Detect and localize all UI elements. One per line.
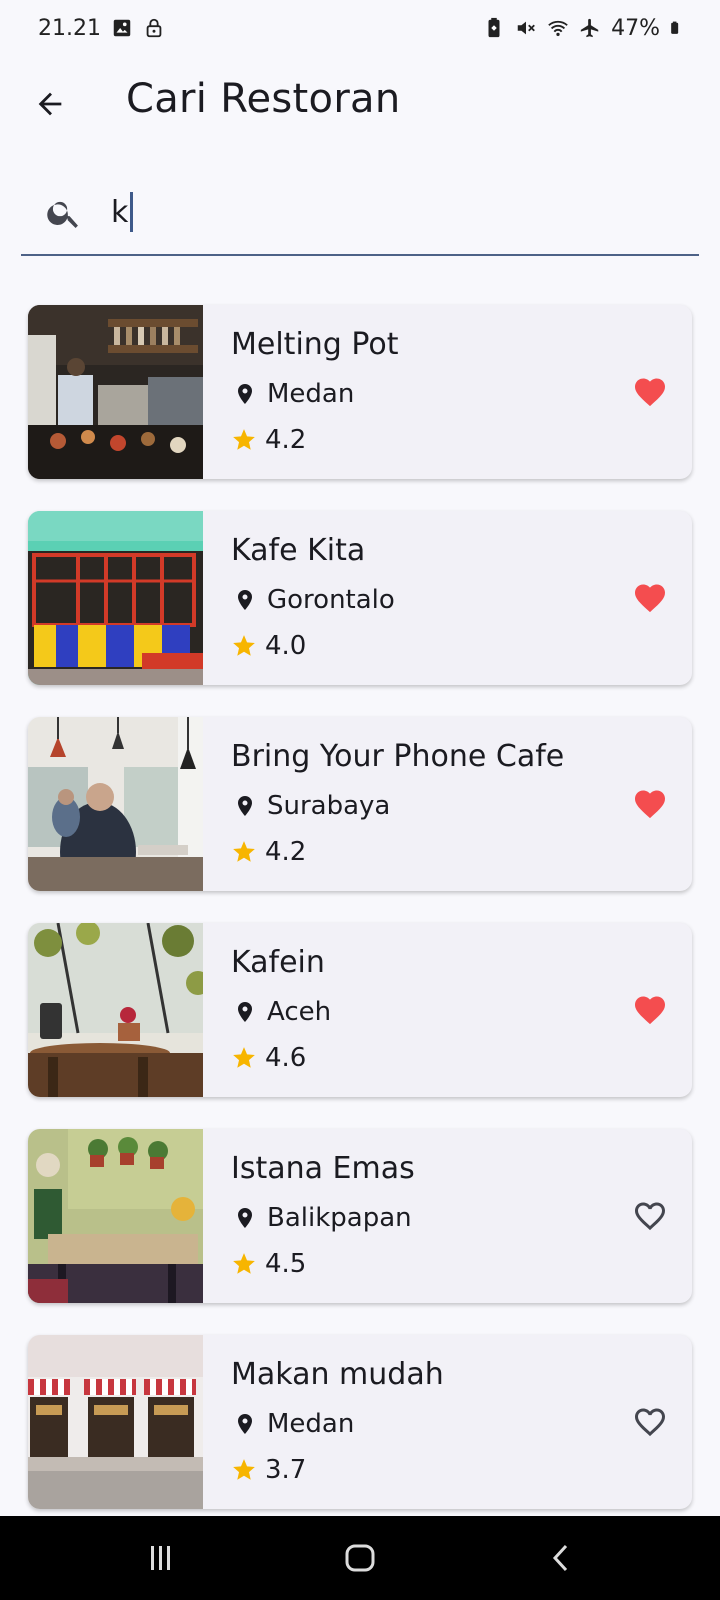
restaurant-image xyxy=(28,1335,203,1509)
restaurant-rating: 4.2 xyxy=(231,837,306,867)
favorite-button[interactable] xyxy=(630,784,670,824)
restaurant-rating: 3.7 xyxy=(231,1455,306,1485)
status-right: 47% xyxy=(483,16,684,41)
search-input[interactable]: k xyxy=(111,188,671,236)
restaurant-rating: 4.6 xyxy=(231,1043,306,1073)
restaurant-city: Surabaya xyxy=(231,791,390,821)
restaurant-card[interactable]: Makan mudah Medan 3.7 xyxy=(28,1335,692,1509)
location-pin-icon xyxy=(238,590,252,610)
search-icon xyxy=(47,201,78,229)
heart-outline-icon xyxy=(635,1408,665,1437)
restaurant-city: Medan xyxy=(231,1409,354,1439)
heart-filled-icon xyxy=(635,584,665,613)
restaurant-city-label: Surabaya xyxy=(267,791,391,821)
restaurant-city-label: Medan xyxy=(267,379,355,409)
restaurant-city: Balikpapan xyxy=(231,1203,412,1233)
favorite-button[interactable] xyxy=(630,578,670,618)
restaurant-rating-value: 4.2 xyxy=(265,837,307,867)
restaurant-city-label: Balikpapan xyxy=(267,1203,412,1233)
restaurant-city: Aceh xyxy=(231,997,331,1027)
search-input-value: k xyxy=(111,194,129,230)
star-icon xyxy=(233,429,255,450)
restaurant-rating: 4.0 xyxy=(231,631,306,661)
favorite-button[interactable] xyxy=(630,1196,670,1236)
airplane-icon xyxy=(580,18,599,38)
star-icon xyxy=(233,1047,255,1068)
restaurant-card[interactable]: Bring Your Phone Cafe Surabaya 4.2 xyxy=(28,717,692,891)
restaurant-name: Bring Your Phone Cafe xyxy=(231,739,565,774)
restaurant-city-label: Aceh xyxy=(267,997,332,1027)
wifi-icon xyxy=(548,20,568,37)
heart-filled-icon xyxy=(635,790,665,819)
restaurant-name: Kafein xyxy=(231,945,325,980)
home-icon xyxy=(345,1544,375,1572)
page-title: Cari Restoran xyxy=(126,76,401,122)
restaurant-rating-value: 4.2 xyxy=(265,425,307,455)
favorite-button[interactable] xyxy=(630,990,670,1030)
heart-filled-icon xyxy=(635,378,665,407)
restaurant-rating-value: 3.7 xyxy=(265,1455,307,1485)
restaurant-city: Medan xyxy=(231,379,354,409)
back-button[interactable] xyxy=(28,82,72,126)
restaurant-image xyxy=(28,511,203,685)
restaurant-image xyxy=(28,717,203,891)
favorite-button[interactable] xyxy=(630,1402,670,1442)
restaurant-card[interactable]: Melting Pot Medan 4.2 xyxy=(28,305,692,479)
restaurant-city-label: Gorontalo xyxy=(267,585,395,615)
restaurant-name: Kafe Kita xyxy=(231,533,366,568)
system-nav-bar xyxy=(0,1516,720,1600)
restaurant-city: Gorontalo xyxy=(231,585,395,615)
mute-icon xyxy=(517,21,535,35)
restaurant-name: Melting Pot xyxy=(231,327,399,362)
restaurant-rating-value: 4.0 xyxy=(265,631,307,661)
location-pin-icon xyxy=(238,1208,252,1228)
restaurant-name: Makan mudah xyxy=(231,1357,444,1392)
status-bar: 21.21 47% xyxy=(0,0,720,56)
status-left: 21.21 xyxy=(38,16,165,41)
battery-percent: 47% xyxy=(611,15,660,41)
star-icon xyxy=(233,1253,255,1274)
restaurant-card[interactable]: Kafein Aceh 4.6 xyxy=(28,923,692,1097)
text-caret xyxy=(130,192,134,232)
app-bar: Cari Restoran xyxy=(0,62,720,146)
gallery-icon xyxy=(113,19,131,37)
restaurant-name: Istana Emas xyxy=(231,1151,415,1186)
star-icon xyxy=(233,1459,255,1480)
recent-apps-icon xyxy=(151,1546,170,1570)
restaurant-rating-value: 4.5 xyxy=(265,1249,307,1279)
system-back-button[interactable] xyxy=(540,1536,584,1580)
star-icon xyxy=(233,841,255,862)
location-pin-icon xyxy=(238,384,252,404)
restaurant-rating: 4.5 xyxy=(231,1249,306,1279)
favorite-button[interactable] xyxy=(630,372,670,412)
restaurant-image xyxy=(28,1129,203,1303)
lock-icon xyxy=(146,18,162,38)
location-pin-icon xyxy=(238,796,252,816)
battery-icon xyxy=(671,21,679,34)
heart-outline-icon xyxy=(635,1202,665,1231)
location-pin-icon xyxy=(238,1002,252,1022)
restaurant-city-label: Medan xyxy=(267,1409,355,1439)
restaurant-card[interactable]: Kafe Kita Gorontalo 4.0 xyxy=(28,511,692,685)
status-time: 21.21 xyxy=(38,15,101,41)
star-icon xyxy=(233,635,255,656)
search-field[interactable]: k xyxy=(21,170,699,256)
recent-apps-button[interactable] xyxy=(138,1536,182,1580)
restaurant-rating: 4.2 xyxy=(231,425,306,455)
back-icon xyxy=(552,1544,568,1572)
restaurant-image xyxy=(28,923,203,1097)
arrow-back-icon xyxy=(38,92,62,116)
restaurant-rating-value: 4.6 xyxy=(265,1043,307,1073)
location-pin-icon xyxy=(238,1414,252,1434)
home-button[interactable] xyxy=(338,1536,382,1580)
restaurant-card[interactable]: Istana Emas Balikpapan 4.5 xyxy=(28,1129,692,1303)
restaurant-image xyxy=(28,305,203,479)
battery-saver-icon xyxy=(488,17,500,38)
heart-filled-icon xyxy=(635,996,665,1025)
